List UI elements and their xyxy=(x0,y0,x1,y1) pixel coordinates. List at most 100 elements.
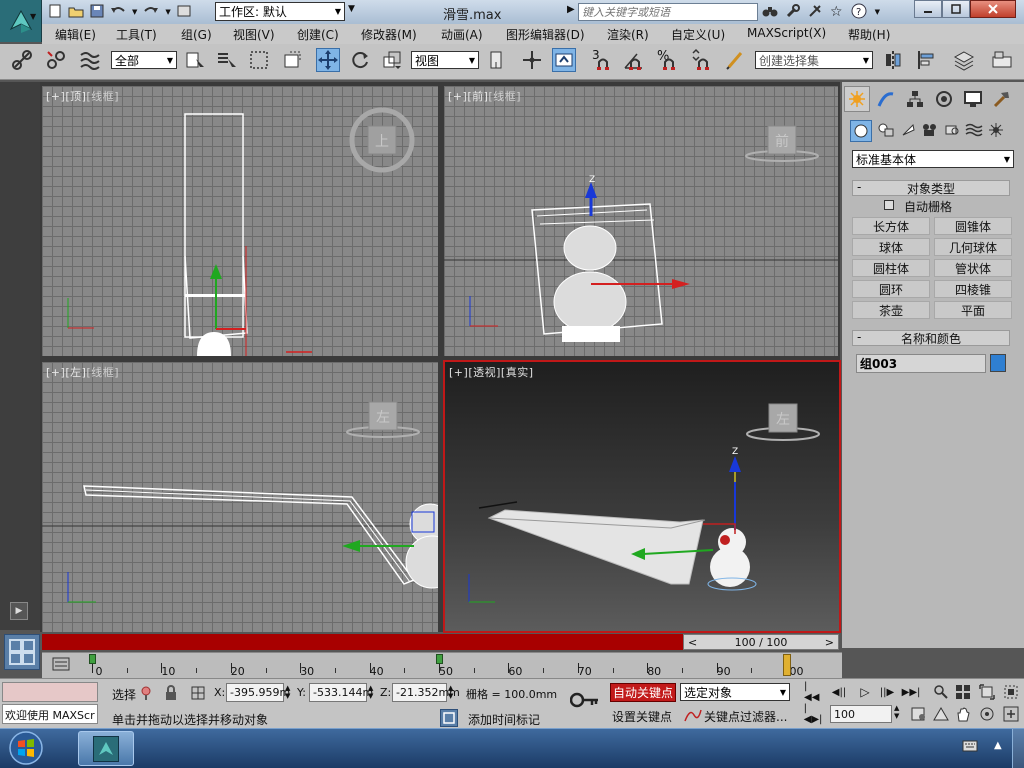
show-desktop-button[interactable] xyxy=(1012,729,1024,768)
keyframe-marker[interactable] xyxy=(89,654,96,664)
shapes-icon[interactable] xyxy=(877,122,895,141)
pan-hand-icon[interactable] xyxy=(954,706,972,722)
subscription-icon[interactable] xyxy=(808,4,822,21)
menu-item[interactable]: 创建(C) xyxy=(297,26,339,43)
align-icon[interactable] xyxy=(915,48,939,72)
expand-panel-arrow-icon[interactable]: ▶ xyxy=(10,602,28,620)
primitive-button[interactable]: 圆环 xyxy=(852,280,930,298)
viewport-top[interactable]: [+][顶][线框] 上 xyxy=(42,86,438,356)
key-mode-toggle-icon[interactable]: |◀▶| xyxy=(804,703,823,725)
menu-item[interactable]: 渲染(R) xyxy=(607,26,649,43)
zoom-icon[interactable] xyxy=(932,684,950,700)
isolate-selection-icon[interactable] xyxy=(138,685,154,704)
edit-named-selection-icon[interactable] xyxy=(724,48,748,72)
close-button[interactable] xyxy=(970,0,1016,18)
link-icon[interactable] xyxy=(10,48,34,72)
previous-frame-icon[interactable]: ◀|| xyxy=(830,684,848,700)
zoom-all-icon[interactable] xyxy=(954,684,972,700)
orbit-icon[interactable] xyxy=(978,706,996,722)
menu-item[interactable]: 组(G) xyxy=(181,26,212,43)
next-frame-arrow[interactable]: > xyxy=(825,636,834,649)
layer-manager-icon[interactable] xyxy=(952,48,976,72)
menu-item[interactable]: 帮助(H) xyxy=(848,26,890,43)
primitive-button[interactable]: 圆柱体 xyxy=(852,259,930,277)
start-button[interactable] xyxy=(2,730,50,766)
maximize-viewport-icon[interactable] xyxy=(1002,706,1020,722)
viewcube-perspective[interactable]: 左 xyxy=(746,403,820,441)
absolute-mode-icon[interactable] xyxy=(190,685,206,704)
undo-dropdown-icon[interactable]: ▼ xyxy=(132,8,137,16)
snaps-toggle-icon[interactable]: 3 xyxy=(590,48,614,72)
primitive-button[interactable]: 球体 xyxy=(852,238,930,256)
maxscript-mini-listener[interactable]: 欢迎使用 MAXScr xyxy=(2,704,98,724)
viewcube-front[interactable]: 前 xyxy=(745,125,819,162)
set-key-button[interactable]: 设置关键点 xyxy=(612,708,672,725)
select-object-icon[interactable] xyxy=(183,48,207,72)
pivot-center-icon[interactable] xyxy=(484,48,508,72)
key-filters-button[interactable]: 关键点过滤器... xyxy=(704,708,787,725)
rect-selection-region-icon[interactable] xyxy=(247,48,271,72)
curve-editor-mini-icon[interactable] xyxy=(52,656,70,672)
viewport-left[interactable]: [+][左][线框] 左 xyxy=(42,362,438,632)
menu-item[interactable]: 工具(T) xyxy=(116,26,157,43)
menu-item[interactable]: 视图(V) xyxy=(233,26,275,43)
primitive-button[interactable]: 四棱锥 xyxy=(934,280,1012,298)
add-time-tag[interactable]: 添加时间标记 xyxy=(468,711,540,728)
redo-dropdown-icon[interactable]: ▼ xyxy=(165,8,170,16)
primitive-button[interactable]: 茶壶 xyxy=(852,301,930,319)
keyframe-marker[interactable] xyxy=(436,654,443,664)
frame-spinner[interactable]: ▲ ▼ xyxy=(894,704,899,720)
spinner-snap-icon[interactable] xyxy=(690,48,714,72)
favorites-star-icon[interactable]: ☆ xyxy=(830,4,843,20)
maximize-button[interactable] xyxy=(942,0,970,18)
geometry-sphere-icon[interactable] xyxy=(850,120,872,142)
menu-item[interactable]: 动画(A) xyxy=(441,26,483,43)
minimize-button[interactable] xyxy=(914,0,942,18)
viewport-layout-button[interactable] xyxy=(4,634,40,670)
search-expand-icon[interactable]: ▶ xyxy=(567,4,575,15)
z-coord-field[interactable]: -21.352mm xyxy=(392,683,460,702)
y-spinner[interactable]: ▲ ▼ xyxy=(368,684,373,700)
selection-lock-icon[interactable] xyxy=(164,685,178,704)
undo-icon[interactable] xyxy=(110,4,126,21)
x-coord-field[interactable]: -395.959m xyxy=(226,683,290,702)
angle-snap-icon[interactable] xyxy=(622,48,646,72)
go-to-start-icon[interactable]: |◀◀ xyxy=(804,681,822,703)
project-folder-icon[interactable] xyxy=(177,4,191,21)
taskbar-3dsmax-button[interactable] xyxy=(78,731,134,766)
new-file-icon[interactable] xyxy=(48,4,62,21)
menu-item[interactable]: 编辑(E) xyxy=(55,26,96,43)
x-spinner[interactable]: ▲ ▼ xyxy=(285,684,290,700)
utilities-tab-icon[interactable] xyxy=(989,86,1015,112)
viewcube-top[interactable]: 上 xyxy=(349,107,415,173)
help-icon[interactable]: ? xyxy=(851,3,867,22)
select-and-move-icon[interactable] xyxy=(316,48,340,72)
time-slider-handle[interactable]: < 100 / 100 > xyxy=(683,634,839,650)
search-input[interactable] xyxy=(578,3,758,21)
display-tab-icon[interactable] xyxy=(960,86,986,112)
tools-icon[interactable] xyxy=(786,3,800,21)
go-to-end-icon[interactable]: ▶▶| xyxy=(902,684,921,700)
selection-filter-dropdown[interactable]: 全部 ▼ xyxy=(111,51,177,69)
y-coord-field[interactable]: -533.144m xyxy=(309,683,373,702)
prev-frame-arrow[interactable]: < xyxy=(688,636,697,649)
primitive-button[interactable]: 几何球体 xyxy=(934,238,1012,256)
menu-item[interactable]: 图形编辑器(D) xyxy=(506,26,585,43)
viewport-front[interactable]: [+][前][线框] Z 前 xyxy=(444,86,838,356)
keyboard-shortcut-override-icon[interactable] xyxy=(552,48,576,72)
app-logo-button[interactable] xyxy=(0,0,42,42)
bind-spacewarp-icon[interactable] xyxy=(78,48,102,72)
modify-tab-icon[interactable] xyxy=(873,86,899,112)
menu-item[interactable]: 修改器(M) xyxy=(361,26,417,43)
name-color-rollout-header[interactable]: - 名称和颜色 xyxy=(852,330,1010,346)
spacewarps-icon[interactable] xyxy=(965,122,983,141)
viewport-perspective[interactable]: [+][透视][真实] Z 左 xyxy=(443,360,841,633)
zoom-extents-all-icon[interactable] xyxy=(1002,684,1020,700)
reference-coordinate-dropdown[interactable]: 视图 ▼ xyxy=(411,51,479,69)
create-tab-icon[interactable] xyxy=(844,86,870,112)
autogrid-checkbox[interactable] xyxy=(884,200,894,210)
help-dropdown-icon[interactable]: ▼ xyxy=(875,8,880,16)
lights-icon[interactable] xyxy=(900,122,916,141)
z-spinner[interactable]: ▲ ▼ xyxy=(448,684,453,700)
cameras-icon[interactable] xyxy=(921,122,939,141)
